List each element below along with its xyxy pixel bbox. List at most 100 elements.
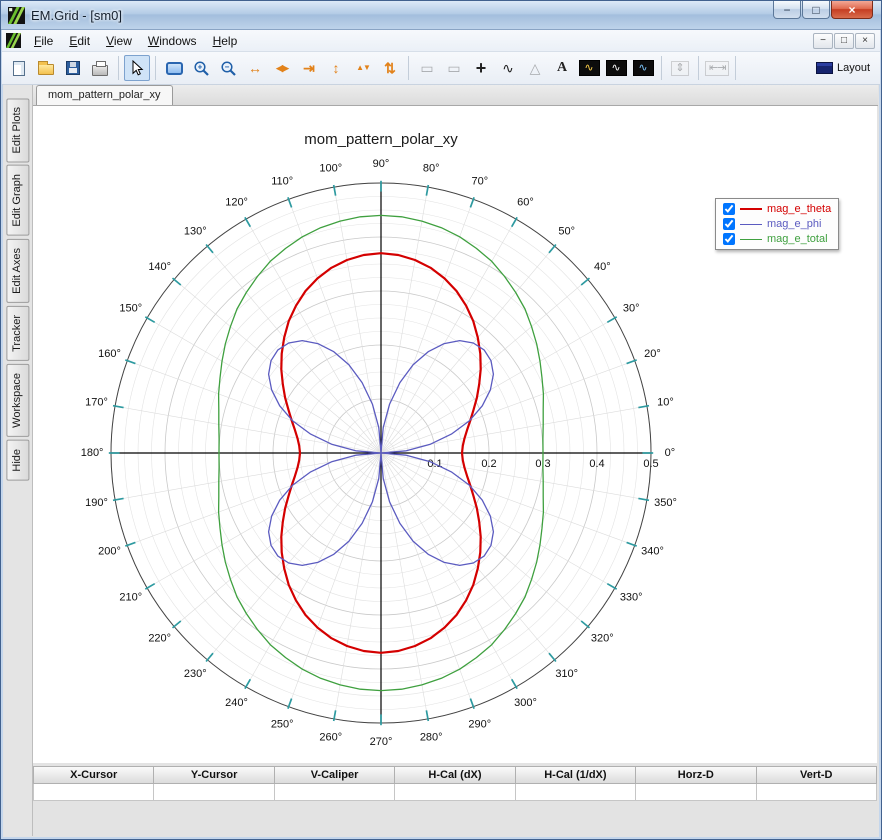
- mdi-close-button[interactable]: ×: [855, 32, 875, 49]
- svg-text:−: −: [224, 62, 229, 71]
- legend-row: mag_e_phi: [723, 218, 831, 230]
- full-scale-x-button[interactable]: ⇥: [296, 55, 322, 81]
- angle-label: 140°: [148, 261, 171, 273]
- maximize-button[interactable]: □: [802, 1, 830, 19]
- chart-title: mom_pattern_polar_xy: [304, 131, 458, 148]
- readout-value-cell: [274, 784, 396, 801]
- minimize-button[interactable]: −: [773, 1, 801, 19]
- full-scale-x-icon: ⇥: [303, 60, 315, 76]
- toolbar-items: + − ↔ ◀▶ ⇥ ↕ ▲▼ ⇅ ▭ ▭ + ∿ △ A ∿ ∿ ∿ ⇕ ⇤⇥ Layout: [6, 55, 876, 81]
- save-button[interactable]: [60, 55, 86, 81]
- new-document-button[interactable]: [6, 55, 32, 81]
- readout-header-cell: H-Cal (dX): [395, 766, 516, 784]
- menu-view[interactable]: View: [98, 31, 140, 51]
- zoom-in-button[interactable]: +: [188, 55, 214, 81]
- legend-checkbox-mag_e_theta[interactable]: [723, 203, 735, 215]
- print-icon: [92, 60, 108, 76]
- legend-checkbox-mag_e_total[interactable]: [723, 233, 735, 245]
- expand-y-button[interactable]: ↕: [323, 55, 349, 81]
- sidebar-tab-edit-graph[interactable]: Edit Graph: [6, 165, 30, 237]
- mdi-minimize-button[interactable]: −: [813, 32, 833, 49]
- trace-cursor-button[interactable]: ∿: [495, 55, 521, 81]
- menu-file[interactable]: File: [26, 31, 61, 51]
- angle-label: 120°: [225, 197, 248, 209]
- mdi-restore-button[interactable]: □: [834, 32, 854, 49]
- angle-label: 170°: [85, 397, 108, 409]
- angle-label: 30°: [623, 303, 640, 315]
- readout-value-cell: [756, 784, 877, 801]
- polar-grid-spoke: [380, 452, 615, 589]
- legend-row: mag_e_total: [723, 233, 831, 245]
- angle-label: 0°: [665, 447, 676, 459]
- pattern-view-3-button[interactable]: ∿: [630, 55, 656, 81]
- full-scale-y-button[interactable]: ⇅: [377, 55, 403, 81]
- pattern-view-3-icon: ∿: [632, 60, 654, 76]
- crosshair-cursor-button[interactable]: +: [468, 55, 494, 81]
- sidebar-tab-workspace[interactable]: Workspace: [6, 363, 30, 437]
- menu-edit[interactable]: Edit: [61, 31, 98, 51]
- print-button[interactable]: [87, 55, 113, 81]
- sidebar: Edit Plots Edit Graph Edit Axes Tracker Work…: [4, 85, 33, 836]
- full-scale-y-icon: ⇅: [384, 60, 396, 76]
- sidebar-tab-hide[interactable]: Hide: [6, 439, 30, 481]
- legend-line-sample: [740, 208, 762, 210]
- pattern-view-2-icon: ∿: [605, 60, 627, 76]
- layout-button[interactable]: Layout: [810, 55, 876, 81]
- close-button[interactable]: ×: [831, 1, 873, 19]
- angle-label: 100°: [319, 162, 342, 174]
- select-rect-icon: ▭: [420, 60, 434, 76]
- legend-checkbox-mag_e_phi[interactable]: [723, 218, 735, 230]
- expand-x-button[interactable]: ↔: [242, 55, 268, 81]
- pattern-view-2-button[interactable]: ∿: [603, 55, 629, 81]
- angle-tick: [580, 277, 591, 286]
- menu-help[interactable]: Help: [205, 31, 246, 51]
- menu-windows[interactable]: Windows: [140, 31, 205, 51]
- pattern-view-1-button[interactable]: ∿: [576, 55, 602, 81]
- angle-label: 80°: [423, 162, 440, 174]
- angle-label: 160°: [98, 348, 121, 360]
- angle-label: 210°: [119, 591, 142, 603]
- shift-x-button[interactable]: ◀▶: [269, 55, 295, 81]
- fit-horizontal-button: ⇤⇥: [704, 55, 730, 81]
- toolbar: + − ↔ ◀▶ ⇥ ↕ ▲▼ ⇅ ▭ ▭ + ∿ △ A ∿ ∿ ∿ ⇕ ⇤⇥ Layout: [2, 52, 880, 85]
- open-file-icon: [38, 61, 54, 75]
- angle-tick: [171, 277, 182, 286]
- polar-grid-spoke: [245, 452, 382, 687]
- angle-label: 290°: [468, 718, 491, 730]
- angle-label: 350°: [654, 497, 677, 509]
- angle-label: 20°: [644, 348, 661, 360]
- angle-label: 230°: [184, 668, 207, 680]
- readout-header: X-Cursor Y-Cursor V-Caliper H-Cal (dX) H-Cal…: [33, 766, 877, 784]
- angle-label: 180°: [81, 447, 104, 459]
- polar-grid-spoke: [147, 452, 382, 589]
- sidebar-tab-tracker[interactable]: Tracker: [6, 305, 30, 361]
- text-tool-button[interactable]: A: [549, 55, 575, 81]
- toolbar-separator: [408, 56, 409, 80]
- zoom-out-button[interactable]: −: [215, 55, 241, 81]
- shift-y-icon: ▲▼: [356, 63, 371, 72]
- legend-label-mag_e_phi: mag_e_phi: [767, 218, 822, 230]
- zoom-window-button[interactable]: [161, 55, 187, 81]
- triangle-marker-icon: △: [529, 60, 541, 76]
- angle-label: 340°: [641, 546, 664, 558]
- angle-label: 310°: [555, 668, 578, 680]
- titlebar[interactable]: EM.Grid - [sm0] − □ ×: [1, 1, 881, 30]
- legend-line-sample: [740, 238, 762, 240]
- sidebar-tab-edit-plots[interactable]: Edit Plots: [6, 98, 30, 163]
- radial-tick-label: 0.2: [481, 458, 496, 470]
- polar-grid-spoke: [380, 317, 615, 454]
- open-file-button[interactable]: [33, 55, 59, 81]
- readout-value-cell: [636, 784, 757, 801]
- select-region-button: ▭: [441, 55, 467, 81]
- zoom-out-icon: −: [220, 60, 236, 76]
- window-controls: − □ ×: [772, 1, 873, 19]
- sidebar-tab-edit-axes[interactable]: Edit Axes: [6, 239, 30, 303]
- document-tab[interactable]: mom_pattern_polar_xy: [36, 85, 173, 105]
- mdi-restore-icon: □: [840, 34, 848, 46]
- pattern-view-1-icon: ∿: [578, 60, 600, 76]
- pointer-tool-button[interactable]: [124, 55, 150, 81]
- angle-label: 90°: [373, 158, 390, 170]
- shift-y-button[interactable]: ▲▼: [350, 55, 376, 81]
- angle-label: 130°: [184, 226, 207, 238]
- angle-label: 110°: [271, 175, 293, 187]
